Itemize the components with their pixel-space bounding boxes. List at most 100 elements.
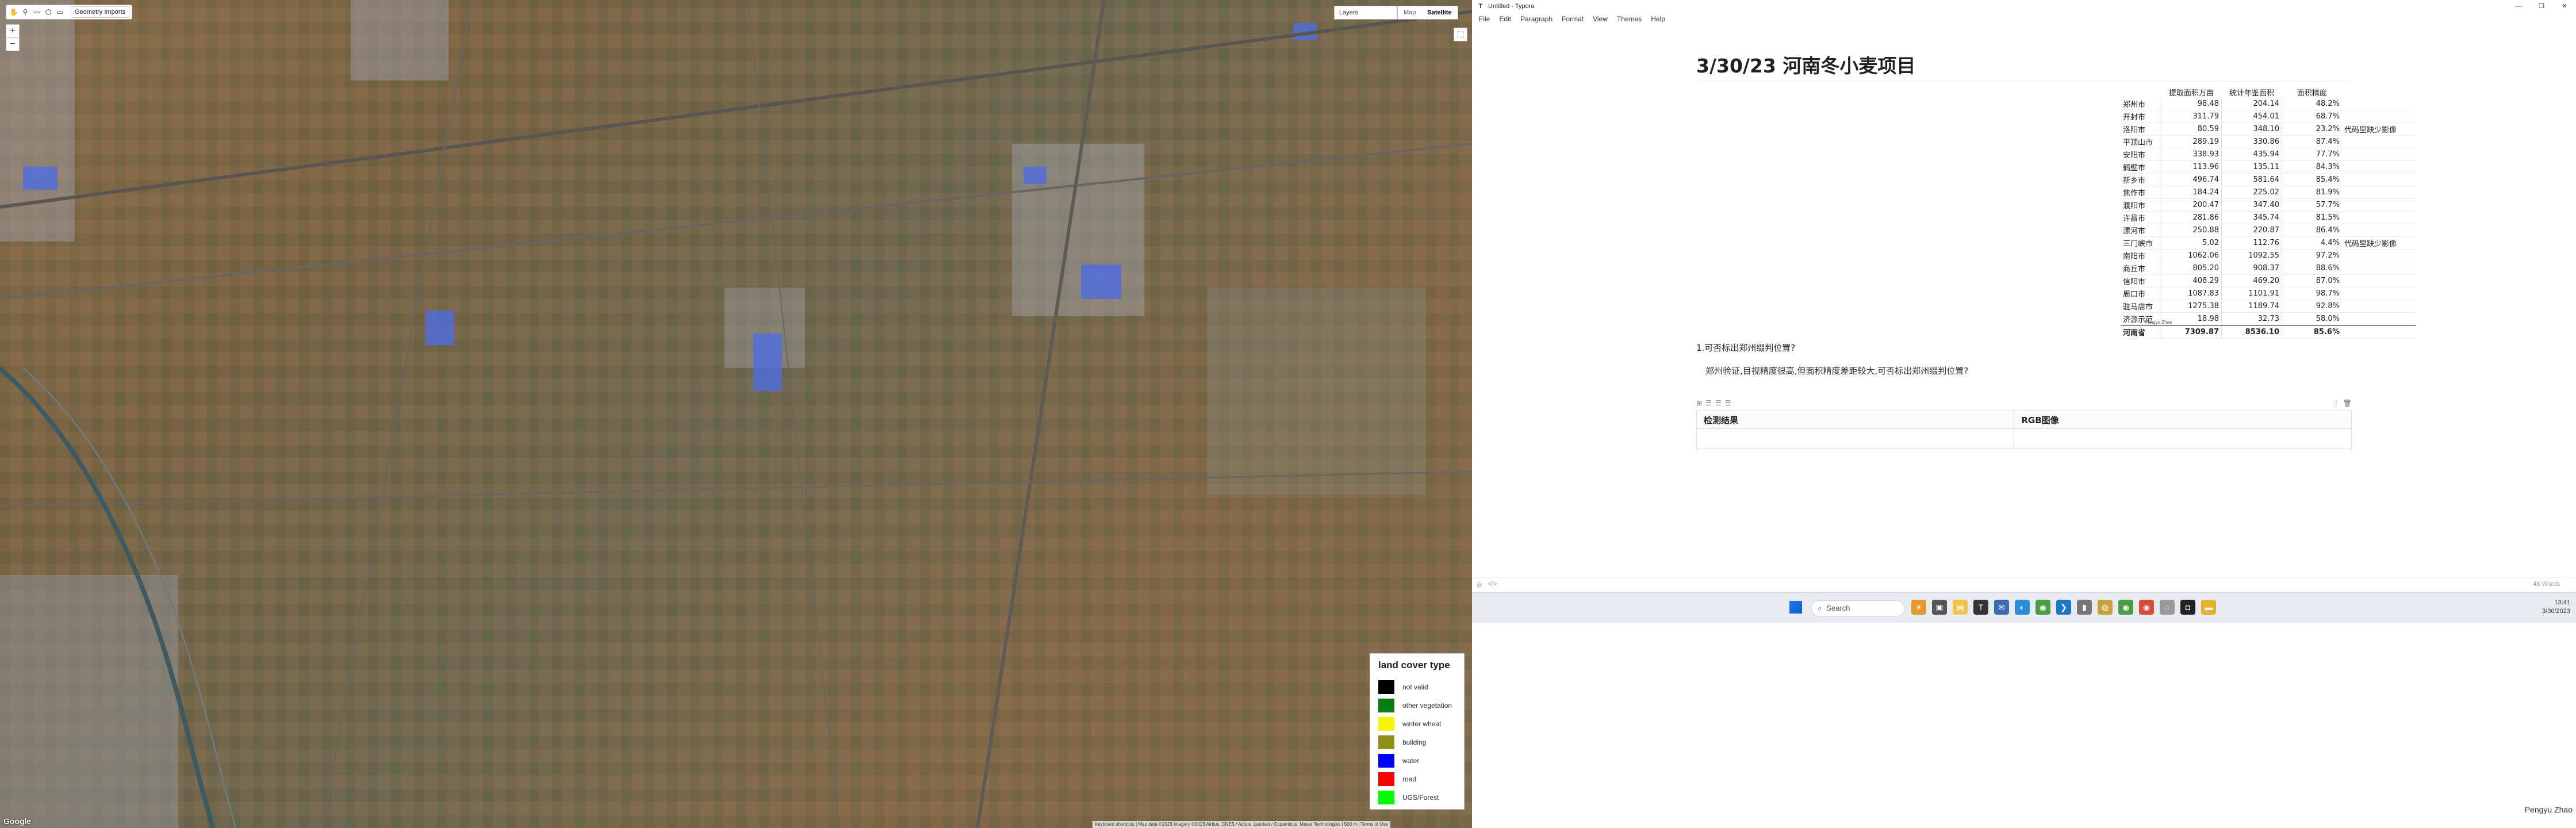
table-cell: 安阳市 [2121,148,2161,161]
typora-taskbar-icon[interactable]: T [1973,600,1988,615]
table-cell: 1092.55 [2221,249,2282,262]
legend-swatch [1378,772,1394,786]
table-cell: 908.37 [2221,262,2282,275]
results-table[interactable]: 检测结果 RGB图像 [1696,411,2352,449]
satellite-map[interactable]: ✋ ⚲ 〰 ⬠ ▭ Geometry Imports + − Layers Ma… [0,0,1472,828]
satellite-button[interactable]: Satellite [1421,6,1457,19]
table-cell [2342,224,2416,237]
system-tray-clock[interactable]: 13:41 3/30/2023 [2542,599,2570,616]
table-cell [2342,135,2416,148]
folder-icon[interactable]: ▬ [2201,600,2216,615]
table-cell: 469.20 [2221,274,2282,288]
wechat-icon[interactable]: ◘ [2180,600,2195,615]
question-detail[interactable]: 郑州验证,目视精度很高,但面积精度差距较大,可否标出郑州缀判位置? [1705,365,1968,377]
results-cell[interactable] [2014,428,2352,449]
mail-icon[interactable]: ✉ [1994,600,2009,615]
hand-icon[interactable]: ✋ [9,7,19,17]
align-left-icon[interactable]: ☰ [1705,399,1712,408]
legend-item: building [1378,733,1456,752]
menu-view[interactable]: View [1588,14,1612,24]
more-options-icon[interactable]: ⋮ [2333,399,2340,408]
fullscreen-icon[interactable]: ⛶ [1454,28,1467,41]
geometry-imports-button[interactable]: Geometry Imports [71,6,130,18]
table-cell: 348.10 [2221,122,2282,136]
terminal-icon[interactable]: ▮ [2077,600,2092,615]
zoom-in-button[interactable]: + [6,25,19,38]
legend-item: winter wheat [1378,715,1456,733]
edge-icon[interactable]: ◐ [2015,600,2030,615]
menu-themes[interactable]: Themes [1612,14,1646,24]
table-cell: 200.47 [2161,198,2222,212]
results-header-row: 检测结果 RGB图像 [1696,411,2352,429]
chrome-profile2-icon[interactable]: ◉ [2139,600,2154,615]
legend-list: not valid other vegetation winter wheat bui… [1378,678,1456,807]
detection-result-header[interactable]: 检测结果 [1696,411,2015,429]
table-cell: 5.02 [2161,236,2222,250]
table-total-row: 河南省 7309.87 8536.10 85.6% [2121,325,2416,339]
layers-dropdown[interactable]: Layers [1334,6,1397,20]
task-view-icon[interactable]: ▣ [1932,600,1947,615]
table-cell: 1062.06 [2161,249,2222,262]
polygon-icon[interactable]: ⬠ [43,7,53,17]
map-button[interactable]: Map [1398,6,1421,19]
chrome-icon[interactable]: ◉ [2035,600,2050,615]
app-icon[interactable]: ◍ [2098,600,2113,615]
taskbar-search[interactable]: ⌕ Search [1811,600,1904,616]
menu-edit[interactable]: Edit [1494,14,1516,24]
file-explorer-icon[interactable]: ▤ [1953,600,1968,615]
marker-icon[interactable]: ⚲ [20,7,30,17]
table-cell: 250.88 [2161,224,2222,237]
outline-toggle-icon[interactable]: ◎ [1477,581,1482,588]
menu-paragraph[interactable]: Paragraph [1516,14,1557,24]
widgets-icon[interactable]: ☀ [1911,600,1926,615]
table-cell: 周口市 [2121,287,2161,300]
rectangle-icon[interactable]: ▭ [55,7,65,17]
results-cell[interactable] [1696,428,2015,449]
document-title[interactable]: 3/30/23 河南冬小麦项目 [1696,51,2352,78]
menu-file[interactable]: File [1474,14,1494,24]
table-cell: 347.40 [2221,198,2282,212]
search-app-icon[interactable]: ◌ [2160,600,2175,615]
close-icon[interactable]: ✕ [2553,0,2576,13]
legend-item: water [1378,752,1456,770]
table-row: 新乡市 496.74 581.64 85.4% [2121,173,2416,186]
table-row: 周口市 1087.83 1101.91 98.7% [2121,287,2416,300]
table-cell: 1189.74 [2221,300,2282,313]
map-attribution[interactable]: Keyboard shortcuts | Map data ©2023 Imag… [1092,821,1390,828]
map-toolbar: ✋ ⚲ 〰 ⬠ ▭ Geometry Imports [6,5,133,20]
table-cell: 311.79 [2161,110,2222,123]
table-row: 南阳市 1062.06 1092.55 97.2% [2121,249,2416,262]
menu-help[interactable]: Help [1646,14,1670,24]
align-center-icon[interactable]: ☰ [1715,399,1722,408]
table-cell: 驻马店市 [2121,300,2161,313]
land-cover-legend: land cover type not valid other vegetatio… [1370,653,1465,810]
windows-taskbar: ⌕ Search ☀ ▣ ▤ T ✉ ◐ ◉ ❯ ▮ ◍ ◉ ◉ ◌ ◘ ▬ 13… [1472,592,2576,623]
zoom-out-button[interactable]: − [6,38,19,51]
source-mode-toggle[interactable]: </> [1488,581,1497,588]
table-cell: 281.86 [2161,211,2222,224]
polyline-icon[interactable]: 〰 [32,7,42,17]
table-cell: 81.5% [2282,211,2342,224]
legend-swatch [1378,680,1394,694]
chrome-profile-icon[interactable]: ◉ [2118,600,2133,615]
table-cell: 代码里缺少影像 [2342,236,2416,250]
document-body[interactable]: 3/30/23 河南冬小麦项目 [1696,51,2352,90]
maximize-icon[interactable]: ❐ [2530,0,2553,13]
table-cell: 濮阳市 [2121,198,2161,212]
table-resize-icon[interactable]: ⊞ [1696,399,1702,408]
word-count[interactable]: 48 Words [2533,581,2560,588]
table-cell: 80.59 [2161,122,2222,136]
table-cell: 225.02 [2221,186,2282,199]
windows-start-icon[interactable] [1789,601,1802,614]
align-right-icon[interactable]: ☰ [1725,399,1731,408]
delete-table-icon[interactable]: 🗑 [2343,399,2352,408]
rgb-image-header[interactable]: RGB图像 [2014,411,2352,429]
table-cell: 805.20 [2161,262,2222,275]
table-cell: 98.7% [2282,287,2342,300]
table-cell: 7309.87 [2161,325,2222,339]
menu-format[interactable]: Format [1557,14,1588,24]
question-heading[interactable]: 1.可否标出郑州缀判位置? [1696,342,1795,354]
vscode-icon[interactable]: ❯ [2056,600,2071,615]
minimize-icon[interactable]: — [2507,0,2530,13]
table-cell: 85.4% [2282,173,2342,186]
